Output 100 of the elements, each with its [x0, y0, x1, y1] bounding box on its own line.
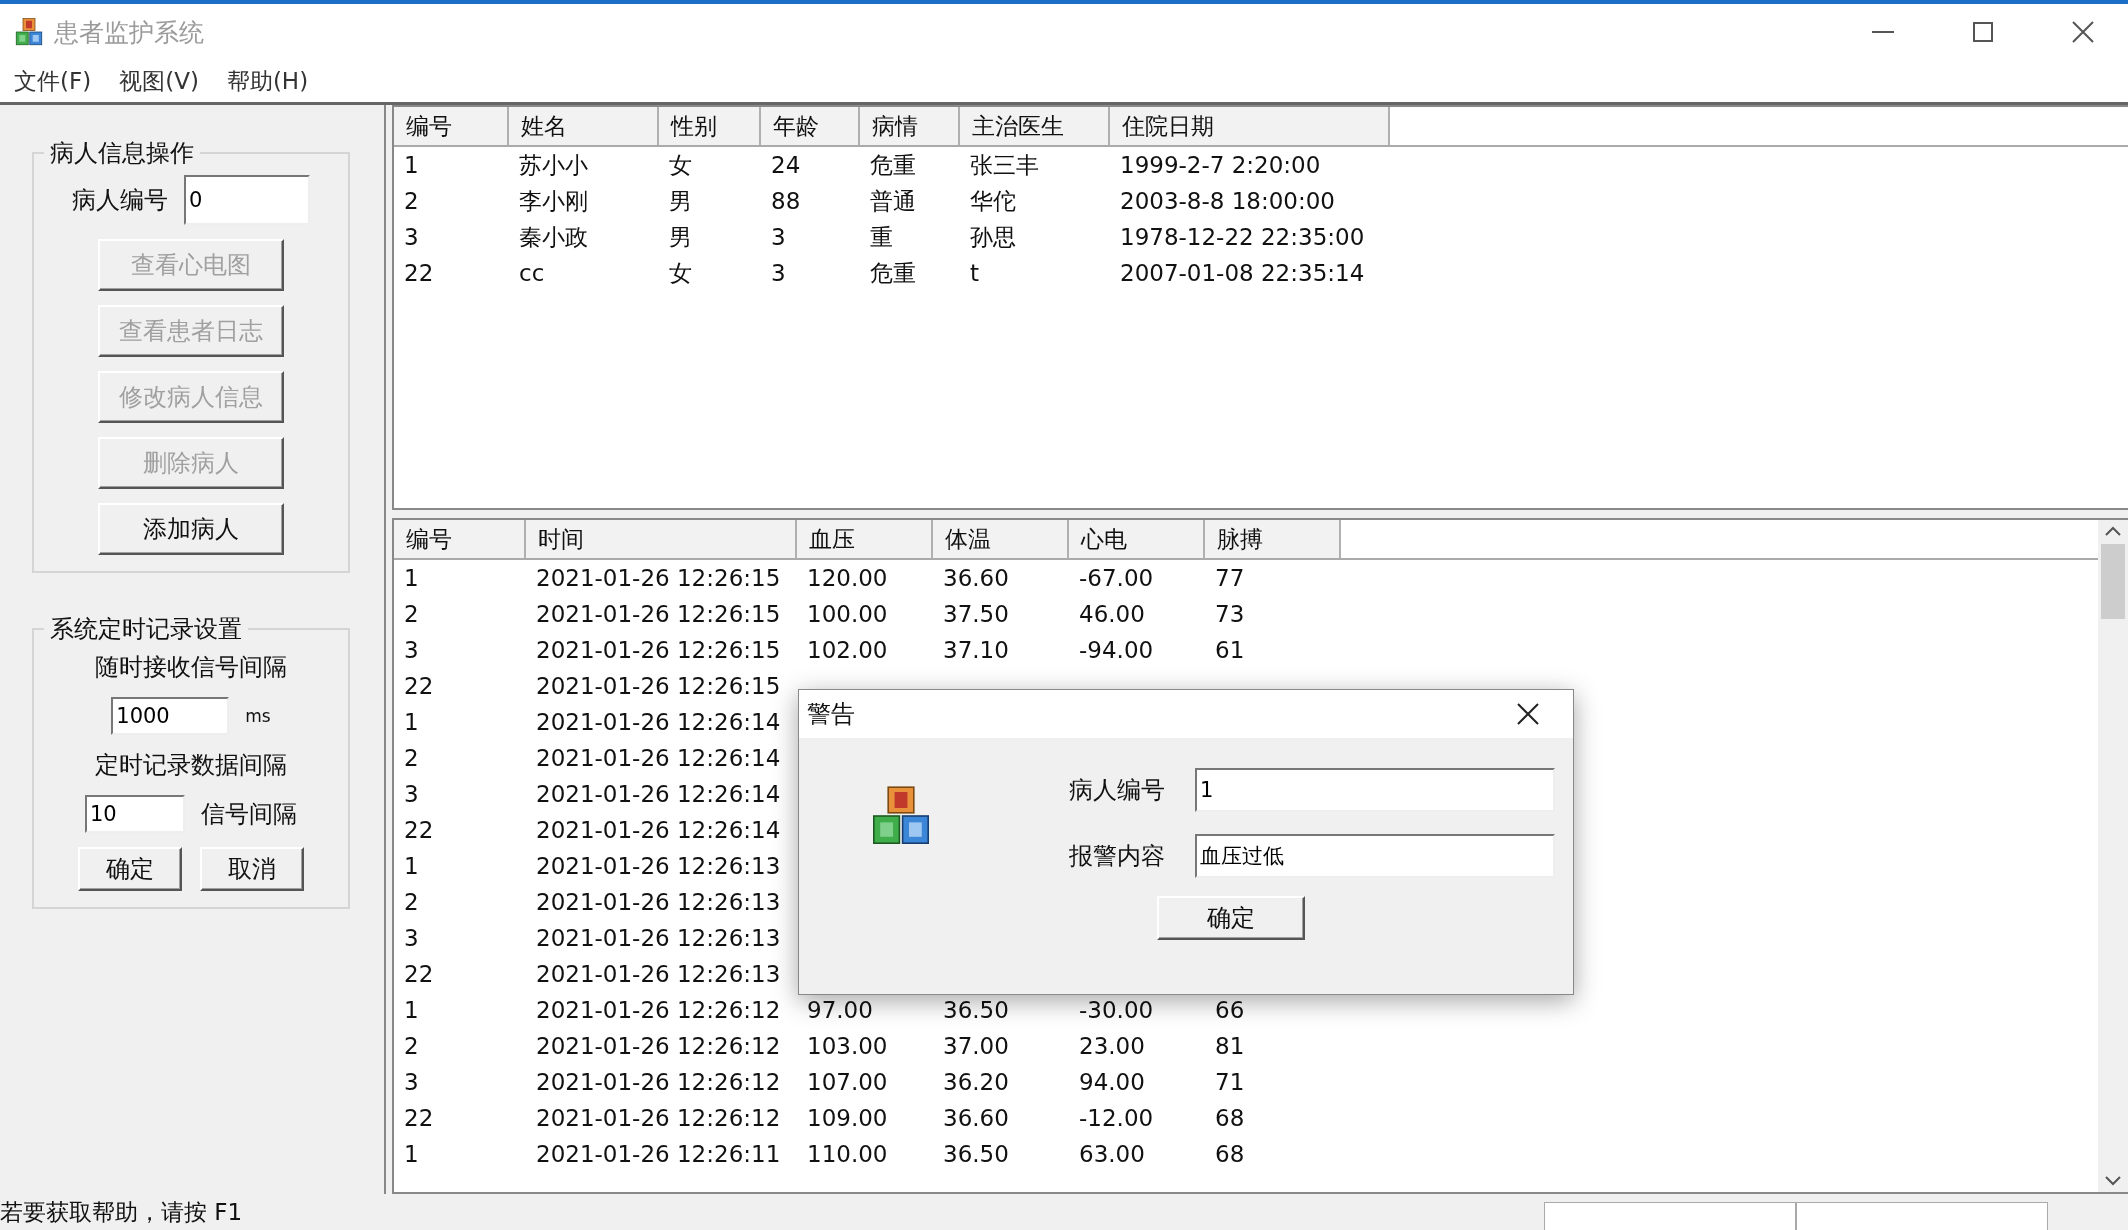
table-cell-text: 2021-01-26 12:26:11 — [535, 1141, 782, 1168]
menu-item[interactable]: 视图(V) — [111, 63, 207, 99]
column-header[interactable]: 心电 — [1069, 520, 1205, 559]
table-cell-text: 2 — [403, 745, 420, 772]
table-cell-text: 1 — [403, 997, 420, 1024]
table-cell-text: 36.60 — [942, 565, 1010, 592]
action-button[interactable]: 添加病人 — [98, 503, 284, 555]
close-icon — [2072, 21, 2094, 43]
maximize-icon — [1973, 22, 1993, 42]
table-cell-text: 危重 — [869, 150, 917, 180]
menu-item[interactable]: 文件(F) — [6, 63, 100, 99]
table-cell-text: 109.00 — [806, 1105, 889, 1132]
column-header[interactable]: 脉搏 — [1205, 520, 1341, 559]
table-cell-text: 22 — [403, 260, 435, 286]
field-label: 随时接收信号间隔 — [95, 652, 287, 683]
table-cell-text: 重 — [869, 222, 894, 252]
group-title: 病人信息操作 — [49, 138, 195, 169]
table-cell-text: -67.00 — [1078, 565, 1155, 592]
alert-field[interactable]: 血压过低 — [1195, 834, 1555, 878]
table-cell-text: 2021-01-26 12:26:12 — [535, 1033, 782, 1060]
table-cell-text: 2021-01-26 12:26:14 — [535, 709, 782, 736]
table-cell-text: 102.00 — [806, 637, 889, 664]
table-cell-text: 女 — [668, 150, 693, 180]
unit-label: ms — [245, 706, 271, 726]
table-cell-text: 110.00 — [806, 1141, 889, 1168]
table-cell-text: 男 — [668, 186, 693, 216]
column-header[interactable]: 血压 — [797, 520, 933, 559]
table-cell-text: 36.50 — [942, 1141, 1010, 1168]
field-label: 病人编号 — [1069, 775, 1165, 806]
table-cell-text: 3 — [770, 260, 787, 286]
table-cell-text: 李小刚 — [518, 186, 589, 216]
table-cell-text: 2021-01-26 12:26:15 — [535, 601, 782, 628]
table-cell-text: 36.50 — [942, 997, 1010, 1024]
dialog-button[interactable]: 取消 — [200, 847, 304, 891]
table-cell-text: 46.00 — [1078, 601, 1146, 628]
patient-id-field[interactable]: 0 — [184, 175, 310, 225]
app-icon — [14, 17, 44, 47]
table-cell-text: 22 — [403, 673, 435, 700]
scrollbar[interactable] — [2098, 520, 2128, 1192]
table-cell-text: 1 — [403, 1141, 420, 1168]
table-cell-text: 1 — [403, 853, 420, 880]
table-cell-text: 2021-01-26 12:26:14 — [535, 781, 782, 808]
group-title: 系统定时记录设置 — [49, 614, 243, 645]
table-cell-text: 孙思 — [969, 222, 1017, 252]
table-cell-text: 2021-01-26 12:26:13 — [535, 853, 782, 880]
table-cell-text: 37.10 — [942, 637, 1010, 664]
ok-button[interactable]: 确定 — [1157, 896, 1305, 940]
table-cell-text: -30.00 — [1078, 997, 1155, 1024]
table-cell-text: 97.00 — [806, 997, 874, 1024]
column-header[interactable]: 主治医生 — [960, 107, 1110, 145]
table-cell-text: 2021-01-26 12:26:13 — [535, 925, 782, 952]
minimize-icon — [1872, 31, 1894, 33]
table-cell-text: 68 — [1214, 1141, 1246, 1168]
window-title: 患者监护系统 — [54, 16, 205, 49]
column-header[interactable]: 病情 — [860, 107, 960, 145]
table-cell-text: 103.00 — [806, 1033, 889, 1060]
table-cell-text: 危重 — [869, 258, 917, 288]
table-cell-text: 94.00 — [1078, 1069, 1146, 1096]
scrollbar-thumb[interactable] — [2101, 544, 2125, 620]
table-cell-text: 71 — [1214, 1069, 1246, 1096]
table-cell-text: 37.50 — [942, 601, 1010, 628]
table-cell-text: 3 — [403, 1069, 420, 1096]
table-cell-text: 2003-8-8 18:00:00 — [1119, 188, 1336, 214]
table-cell-text: 36.20 — [942, 1069, 1010, 1096]
table-cell-text: 2007-01-08 22:35:14 — [1119, 260, 1366, 286]
table-cell-text: 100.00 — [806, 601, 889, 628]
table-cell-text: 2021-01-26 12:26:13 — [535, 961, 782, 988]
column-header[interactable]: 年龄 — [761, 107, 860, 145]
column-header[interactable]: 编号 — [394, 520, 526, 559]
column-header[interactable]: 姓名 — [509, 107, 659, 145]
table-cell-text: 22 — [403, 1105, 435, 1132]
table-cell-text: 3 — [403, 637, 420, 664]
column-header[interactable]: 住院日期 — [1110, 107, 1390, 145]
table-cell-text: t — [969, 260, 981, 286]
column-header[interactable]: 编号 — [394, 107, 509, 145]
table-cell-text: 2021-01-26 12:26:13 — [535, 889, 782, 916]
table-cell-text: 24 — [770, 152, 802, 178]
dialog-button[interactable]: 确定 — [78, 847, 182, 891]
interval-field[interactable]: 1000 — [111, 697, 230, 735]
table-cell-text: -94.00 — [1078, 637, 1155, 664]
column-header[interactable]: 时间 — [526, 520, 797, 559]
table-cell-text: 77 — [1214, 565, 1246, 592]
interval-field[interactable]: 10 — [85, 795, 185, 833]
dialog-title: 警告 — [807, 699, 856, 730]
table-cell-text: 22 — [403, 817, 435, 844]
table-cell-text: 3 — [403, 224, 420, 250]
table-cell-text: 2021-01-26 12:26:12 — [535, 1069, 782, 1096]
column-header[interactable]: 体温 — [933, 520, 1069, 559]
table-cell-text: 63.00 — [1078, 1141, 1146, 1168]
table-cell-text: 2021-01-26 12:26:15 — [535, 673, 782, 700]
column-header[interactable]: 性别 — [659, 107, 761, 145]
table-cell-text: 3 — [770, 224, 787, 250]
table-cell-text: 37.00 — [942, 1033, 1010, 1060]
table-cell-text: 3 — [403, 781, 420, 808]
table-cell-text: 华佗 — [969, 186, 1017, 216]
menu-item[interactable]: 帮助(H) — [218, 63, 317, 99]
alert-field[interactable]: 1 — [1195, 768, 1555, 812]
table-cell-text: 2 — [403, 889, 420, 916]
table-cell-text: 女 — [668, 258, 693, 288]
table-cell-text: 张三丰 — [969, 150, 1040, 180]
